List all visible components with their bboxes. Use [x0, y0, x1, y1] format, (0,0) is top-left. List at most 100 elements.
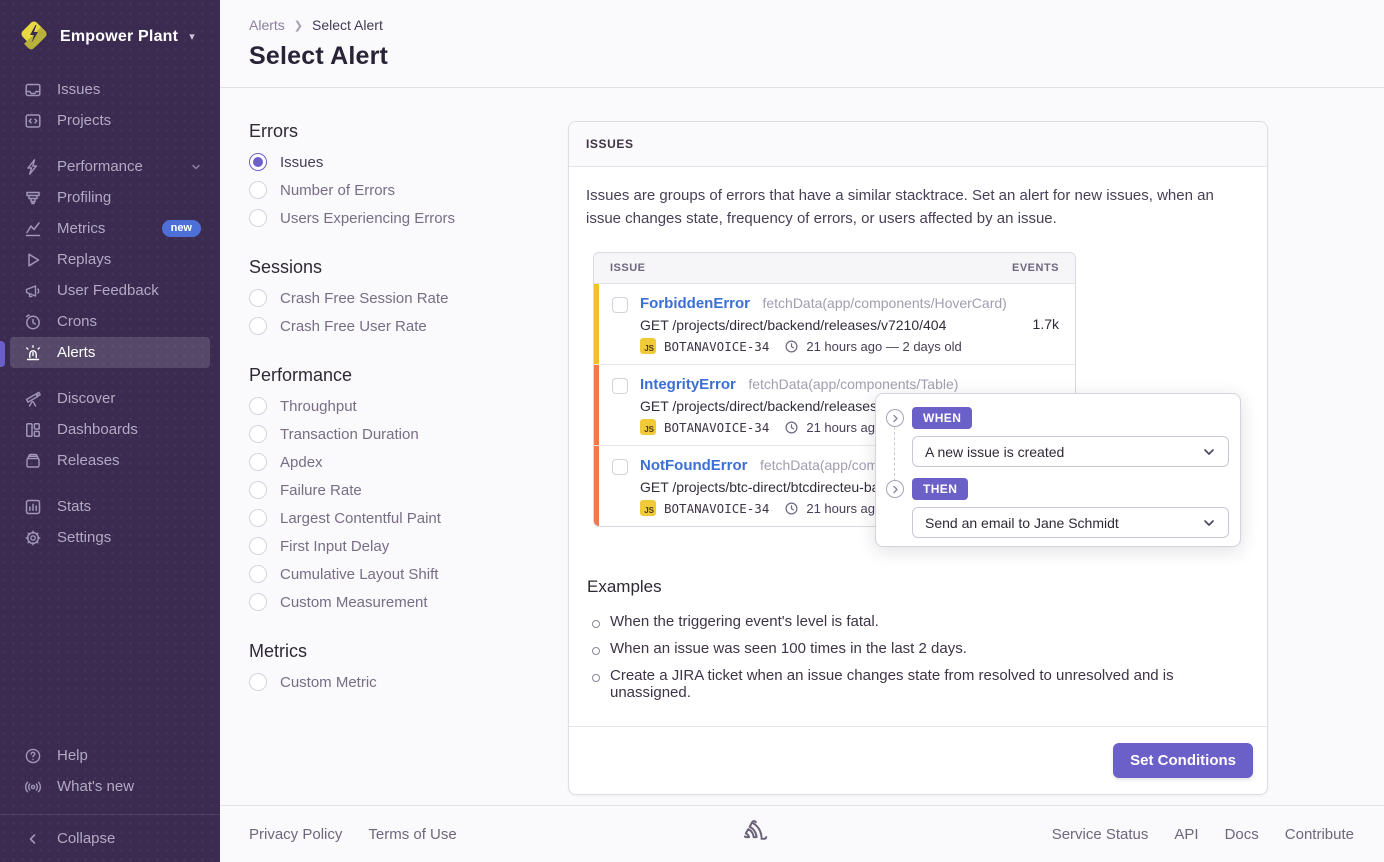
radio-option-crash-free-session-rate[interactable]: Crash Free Session Rate	[249, 284, 539, 312]
radio-option-first-input-delay[interactable]: First Input Delay	[249, 532, 539, 560]
sidebar-item-issues[interactable]: Issues	[10, 74, 210, 105]
set-conditions-button[interactable]: Set Conditions	[1113, 743, 1253, 778]
alert-type-form: Errors Issues Number of Errors Users Exp…	[249, 121, 539, 721]
breadcrumb: Alerts ❯ Select Alert	[249, 17, 1354, 33]
sidebar-collapse-button[interactable]: Collapse	[10, 823, 210, 854]
sidebar-item-whats-new[interactable]: What's new	[10, 771, 210, 802]
sidebar-item-releases[interactable]: Releases	[10, 445, 210, 476]
clock-icon	[785, 421, 798, 434]
examples-title: Examples	[587, 577, 1250, 597]
radio-option-custom-metric[interactable]: Custom Metric	[249, 668, 539, 696]
then-action-select[interactable]: Send an email to Jane Schmidt	[912, 507, 1229, 538]
form-section-performance: Performance Throughput Transaction Durat…	[249, 365, 539, 616]
issue-title-link[interactable]: NotFoundError	[640, 457, 747, 474]
footer-link-privacy-policy[interactable]: Privacy Policy	[249, 826, 342, 843]
radio-option-issues[interactable]: Issues	[249, 148, 539, 176]
radio-option-transaction-duration[interactable]: Transaction Duration	[249, 420, 539, 448]
sidebar-nav: Issues Projects Performance Profiling	[0, 68, 220, 553]
issue-short-id: BOTANAVOICE-34	[664, 501, 769, 516]
sentry-logo-icon	[739, 819, 769, 850]
breadcrumb-current: Select Alert	[312, 17, 383, 33]
sidebar-item-stats[interactable]: Stats	[10, 491, 210, 522]
section-title: Errors	[249, 121, 539, 142]
radio-icon	[249, 537, 267, 555]
projects-icon	[23, 111, 42, 130]
sidebar-item-replays[interactable]: Replays	[10, 244, 210, 275]
radio-icon	[249, 425, 267, 443]
issue-events-count: 1.7k	[1033, 316, 1059, 332]
issue-title-link[interactable]: ForbiddenError	[640, 295, 750, 312]
sidebar-item-user-feedback[interactable]: User Feedback	[10, 275, 210, 306]
example-item: When the triggering event's level is fat…	[587, 608, 1250, 635]
sidebar-item-projects[interactable]: Projects	[10, 105, 210, 136]
sidebar-item-label: Profiling	[57, 189, 111, 206]
issue-checkbox[interactable]	[612, 378, 628, 394]
radio-option-custom-measurement[interactable]: Custom Measurement	[249, 588, 539, 616]
form-section-errors: Errors Issues Number of Errors Users Exp…	[249, 121, 539, 232]
sidebar-item-profiling[interactable]: Profiling	[10, 182, 210, 213]
issue-title-link[interactable]: IntegrityError	[640, 376, 736, 393]
radio-icon	[249, 209, 267, 227]
sidebar-bottom: Help What's new Collapse	[0, 740, 220, 862]
radio-icon	[249, 509, 267, 527]
sidebar-item-label: Stats	[57, 498, 91, 515]
clock-icon	[23, 312, 42, 331]
form-section-sessions: Sessions Crash Free Session Rate Crash F…	[249, 257, 539, 340]
sidebar-item-label: Metrics	[57, 220, 105, 237]
issue-checkbox[interactable]	[612, 459, 628, 475]
sidebar-item-label: Crons	[57, 313, 97, 330]
sidebar-item-label: Projects	[57, 112, 111, 129]
sidebar-item-label: Dashboards	[57, 421, 138, 438]
footer-link-docs[interactable]: Docs	[1225, 826, 1259, 843]
javascript-platform-icon: JS	[640, 338, 656, 354]
then-badge: THEN	[912, 478, 968, 500]
panel-footer: Set Conditions	[569, 726, 1267, 794]
section-title: Sessions	[249, 257, 539, 278]
gear-icon	[23, 528, 42, 547]
chevron-right-icon: ❯	[294, 19, 303, 32]
sidebar-item-alerts[interactable]: Alerts	[10, 337, 210, 368]
chevron-down-icon	[1202, 516, 1216, 530]
dashboards-icon	[23, 420, 42, 439]
footer-link-api[interactable]: API	[1174, 826, 1198, 843]
sidebar-item-label: What's new	[57, 778, 134, 795]
circle-chevron-right-icon	[886, 480, 904, 498]
radio-option-failure-rate[interactable]: Failure Rate	[249, 476, 539, 504]
footer-link-service-status[interactable]: Service Status	[1052, 826, 1149, 843]
telescope-icon	[23, 389, 42, 408]
issue-culprit: fetchData(app/components/Table)	[748, 376, 958, 392]
sidebar-item-label: Help	[57, 747, 88, 764]
sidebar-item-dashboards[interactable]: Dashboards	[10, 414, 210, 445]
radio-option-number-of-errors[interactable]: Number of Errors	[249, 176, 539, 204]
sidebar-item-label: User Feedback	[57, 282, 159, 299]
sidebar-item-help[interactable]: Help	[10, 740, 210, 771]
page-title: Select Alert	[249, 42, 1354, 71]
radio-icon	[249, 397, 267, 415]
radio-option-crash-free-user-rate[interactable]: Crash Free User Rate	[249, 312, 539, 340]
sidebar-item-crons[interactable]: Crons	[10, 306, 210, 337]
radio-icon	[249, 565, 267, 583]
org-switcher[interactable]: Empower Plant ▾	[0, 0, 220, 68]
issue-checkbox[interactable]	[612, 297, 628, 313]
footer-link-contribute[interactable]: Contribute	[1285, 826, 1354, 843]
issue-row[interactable]: ForbiddenError fetchData(app/components/…	[594, 284, 1075, 365]
radio-option-users-experiencing-errors[interactable]: Users Experiencing Errors	[249, 204, 539, 232]
metrics-icon	[23, 219, 42, 238]
radio-option-largest-contentful-paint[interactable]: Largest Contentful Paint	[249, 504, 539, 532]
footer-link-terms-of-use[interactable]: Terms of Use	[368, 826, 456, 843]
radio-option-throughput[interactable]: Throughput	[249, 392, 539, 420]
sidebar-item-metrics[interactable]: Metrics new	[10, 213, 210, 244]
then-action-value: Send an email to Jane Schmidt	[925, 515, 1119, 531]
breadcrumb-alerts-link[interactable]: Alerts	[249, 17, 285, 33]
sidebar-item-discover[interactable]: Discover	[10, 383, 210, 414]
sidebar-item-performance[interactable]: Performance	[10, 151, 210, 182]
when-condition-select[interactable]: A new issue is created	[912, 436, 1229, 467]
sidebar-item-label: Issues	[57, 81, 100, 98]
sidebar-item-label: Settings	[57, 529, 111, 546]
radio-option-cumulative-layout-shift[interactable]: Cumulative Layout Shift	[249, 560, 539, 588]
radio-label: Apdex	[280, 454, 323, 471]
radio-option-apdex[interactable]: Apdex	[249, 448, 539, 476]
column-header-events: EVENTS	[1012, 262, 1059, 274]
sidebar-item-settings[interactable]: Settings	[10, 522, 210, 553]
radio-icon	[249, 317, 267, 335]
